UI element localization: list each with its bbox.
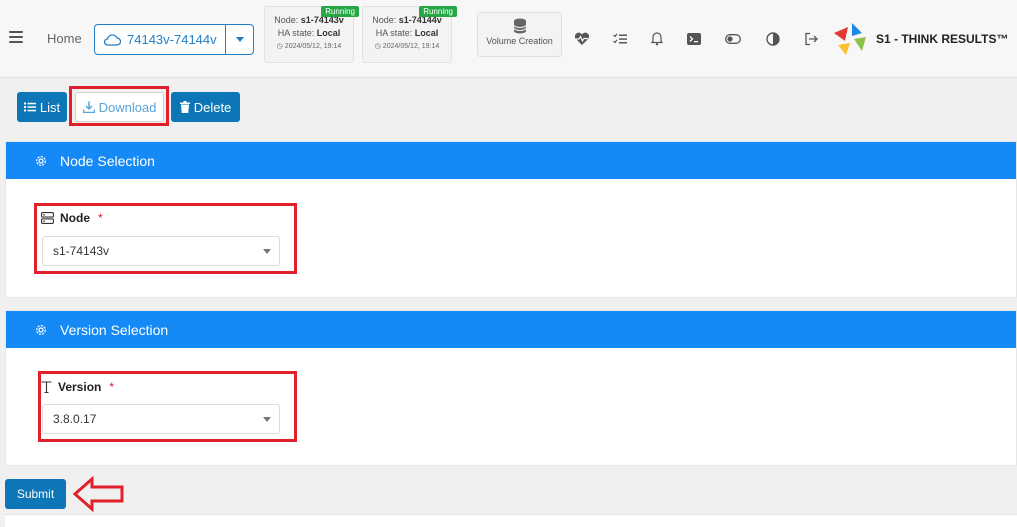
server-icon — [41, 212, 54, 224]
logout-icon[interactable] — [803, 31, 819, 47]
left-arrow-annotation — [72, 476, 124, 512]
gear-icon — [36, 155, 46, 166]
version-label: Version * — [41, 380, 114, 394]
status-badge: Running — [419, 6, 457, 17]
list-button[interactable]: List — [17, 92, 67, 122]
gear-icon — [36, 324, 46, 335]
bell-icon[interactable] — [649, 31, 665, 47]
submit-button[interactable]: Submit — [5, 479, 66, 509]
trash-icon — [179, 101, 190, 113]
node-card-2[interactable]: Running Node: s1-74144v HA state: Local … — [362, 6, 457, 63]
download-button[interactable]: Download — [75, 92, 164, 122]
download-icon — [82, 101, 95, 113]
cluster-select[interactable]: 74143v-74144v — [95, 25, 226, 54]
cluster-dropdown[interactable]: 74143v-74144v — [94, 24, 254, 55]
chevron-down-icon — [263, 249, 271, 254]
clock-icon: ◷ — [276, 43, 283, 50]
chevron-down-icon — [263, 417, 271, 422]
toggle-icon[interactable] — [725, 31, 741, 47]
page-footer — [5, 514, 1017, 527]
top-bar: Home 74143v-74144v Running Node: s1-7414… — [0, 0, 1017, 78]
contrast-icon[interactable] — [765, 31, 781, 47]
cluster-name: 74143v-74144v — [127, 32, 217, 47]
clock-icon: ◷ — [374, 43, 381, 50]
node-selection-header: Node Selection — [6, 142, 1016, 179]
text-icon — [41, 381, 52, 393]
s1-logo-icon — [834, 23, 866, 55]
terminal-icon[interactable] — [686, 31, 702, 47]
cluster-caret-button[interactable] — [226, 25, 253, 54]
version-select[interactable]: 3.8.0.17 — [42, 404, 280, 434]
node-selection-card: Node Selection — [5, 141, 1017, 298]
database-icon — [513, 18, 526, 34]
cloud-icon — [103, 33, 121, 46]
checklist-icon[interactable] — [612, 31, 628, 47]
home-link[interactable]: Home — [47, 31, 82, 46]
heartbeat-icon[interactable] — [574, 31, 590, 47]
node-card-1[interactable]: Running Node: s1-74143v HA state: Local … — [264, 6, 359, 63]
caret-down-icon — [235, 37, 244, 42]
brand-logo: S1 - THINK RESULTS™ — [832, 20, 1012, 58]
list-icon — [23, 102, 36, 112]
version-selection-card: Version Selection — [5, 310, 1017, 466]
version-selection-header: Version Selection — [6, 311, 1016, 348]
volume-creation-button[interactable]: Volume Creation — [477, 12, 562, 57]
menu-icon[interactable] — [9, 31, 23, 43]
brand-name: S1 - THINK RESULTS™ — [876, 32, 1009, 46]
volume-creation-label: Volume Creation — [486, 36, 553, 46]
node-select[interactable]: s1-74143v — [42, 236, 280, 266]
status-badge: Running — [321, 6, 359, 17]
node-label: Node * — [41, 211, 103, 225]
delete-button[interactable]: Delete — [171, 92, 240, 122]
